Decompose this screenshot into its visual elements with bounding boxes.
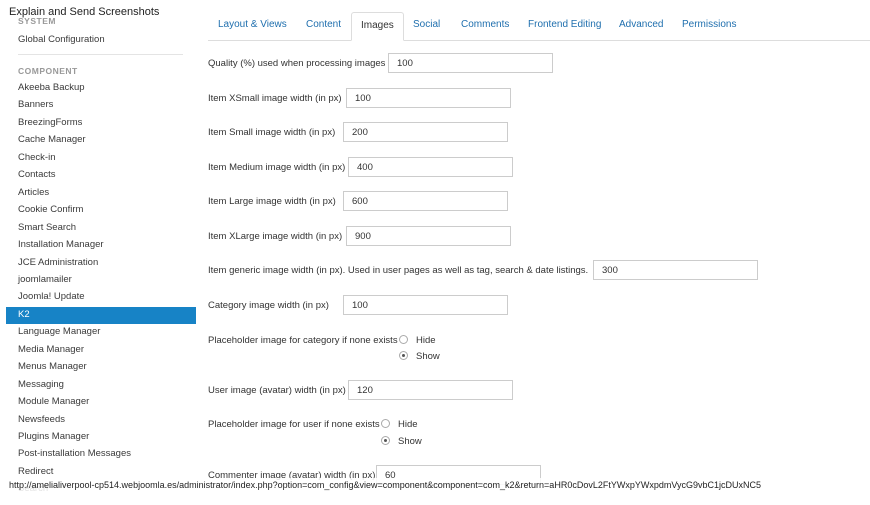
small-width-input[interactable]: [343, 122, 508, 142]
xsmall-width-input[interactable]: [346, 88, 511, 108]
sidebar-item-label: Akeeba Backup: [18, 82, 85, 93]
category-placeholder-hide-option[interactable]: Hide: [399, 334, 436, 346]
category-width-input[interactable]: [343, 295, 508, 315]
medium-width-label: Item Medium image width (in px): [208, 162, 346, 173]
sidebar-item-label: joomlamailer: [18, 273, 72, 285]
sidebar-item-articles[interactable]: Articles: [6, 185, 196, 202]
quality-input[interactable]: [388, 53, 553, 73]
sidebar-item-label: K2: [18, 308, 30, 320]
tab-content[interactable]: Content: [306, 12, 341, 38]
tab-images[interactable]: Images: [351, 12, 404, 41]
sidebar-item-label: Articles: [18, 186, 50, 198]
status-url-bar: http://amelialiverpool-cp514.webjoomla.e…: [0, 478, 870, 492]
user-avatar-width-input[interactable]: [348, 380, 513, 400]
tab-permissions[interactable]: Permissions: [682, 12, 736, 38]
sidebar-item-label: Messaging: [18, 378, 64, 390]
sidebar-item-akeeba-backup[interactable]: Akeeba Backup: [6, 80, 196, 97]
category-width-label: Category image width (in px): [208, 300, 329, 311]
sidebar-item-k2[interactable]: K2: [6, 306, 196, 324]
generic-width-input[interactable]: [593, 260, 758, 280]
sidebar-item-messaging[interactable]: Messaging: [6, 377, 196, 394]
user-placeholder-label: Placeholder image for user if none exist…: [208, 419, 380, 430]
sidebar-divider: [18, 54, 183, 55]
sidebar-item-breezingforms[interactable]: BreezingForms: [6, 115, 196, 132]
radio-show-icon[interactable]: [399, 350, 408, 360]
user-avatar-width-label: User image (avatar) width (in px): [208, 385, 346, 396]
sidebar-item-label: Installation Manager: [18, 239, 104, 251]
sidebar-item-label: Banners: [18, 99, 54, 111]
sidebar-item-label: Smart Search: [18, 221, 77, 233]
sidebar-item-jce-administration[interactable]: JCE Administration: [6, 255, 196, 272]
sidebar-item-label: Language Manager: [18, 326, 101, 338]
window-title: Explain and Send Screenshots: [9, 6, 160, 18]
sidebar-item-label: Menus Manager: [18, 361, 87, 373]
sidebar-item-installation-manager[interactable]: Installation Manager: [6, 237, 196, 254]
tab-layout-views[interactable]: Layout & Views: [218, 12, 287, 38]
user-placeholder-hide-label: Hide: [398, 419, 418, 430]
sidebar-item-label: BreezingForms: [18, 116, 83, 128]
sidebar-item-label: Newsfeeds: [18, 413, 65, 425]
sidebar-item-label: Joomla! Update: [18, 291, 85, 303]
tab-social[interactable]: Social: [413, 12, 440, 38]
user-placeholder-show-label: Show: [398, 436, 422, 447]
sidebar-item-media-manager[interactable]: Media Manager: [6, 342, 196, 359]
quality-label: Quality (%) used when processing images: [208, 58, 386, 69]
sidebar-item-post-installation-messages[interactable]: Post-installation Messages: [6, 446, 196, 463]
xlarge-width-input[interactable]: [346, 226, 511, 246]
sidebar-item-label: Plugins Manager: [18, 431, 90, 442]
sidebar-item-cookie-confirm[interactable]: Cookie Confirm: [6, 202, 196, 219]
sidebar-item-label: Redirect: [18, 465, 54, 477]
xlarge-width-label: Item XLarge image width (in px): [208, 231, 343, 242]
category-placeholder-show-label: Show: [416, 351, 440, 362]
sidebar-item-joomlamailer[interactable]: joomlamailer: [6, 272, 196, 289]
sidebar-item-newsfeeds[interactable]: Newsfeeds: [6, 412, 196, 429]
category-placeholder-show-option[interactable]: Show: [399, 350, 440, 362]
large-width-input[interactable]: [343, 191, 508, 211]
tab-frontend-editing[interactable]: Frontend Editing: [528, 12, 601, 38]
sidebar-item-contacts[interactable]: Contacts: [6, 167, 196, 184]
medium-width-input[interactable]: [348, 157, 513, 177]
sidebar-item-check-in[interactable]: Check-in: [6, 150, 196, 167]
radio-hide-icon[interactable]: [399, 334, 408, 344]
sidebar-item-language-manager[interactable]: Language Manager: [6, 324, 196, 341]
xsmall-width-label: Item XSmall image width (in px): [208, 93, 342, 104]
sidebar-item-label: Contacts: [18, 169, 56, 181]
large-width-label: Item Large image width (in px): [208, 196, 336, 207]
generic-width-label: Item generic image width (in px). Used i…: [208, 265, 589, 276]
sidebar-item-label: Check-in: [18, 151, 56, 163]
radio-show-icon[interactable]: [381, 435, 390, 445]
tab-comments[interactable]: Comments: [461, 12, 509, 38]
sidebar-item-plugins-manager[interactable]: Plugins Manager: [6, 429, 196, 446]
sidebar-item-label: Cache Manager: [18, 134, 86, 146]
sidebar-item-smart-search[interactable]: Smart Search: [6, 220, 196, 237]
sidebar-item-cache-manager[interactable]: Cache Manager: [6, 132, 196, 149]
radio-hide-icon[interactable]: [381, 418, 390, 428]
sidebar-item-label: Module Manager: [18, 396, 90, 408]
user-placeholder-hide-option[interactable]: Hide: [381, 418, 418, 430]
category-placeholder-hide-label: Hide: [416, 335, 436, 346]
sidebar-item-label: Post-installation Messages: [18, 448, 131, 460]
sidebar-item-module-manager[interactable]: Module Manager: [6, 394, 196, 411]
category-placeholder-label: Placeholder image for category if none e…: [208, 335, 398, 346]
sidebar-item-global-configuration[interactable]: Global Configuration: [18, 34, 105, 45]
sidebar-item-label: Cookie Confirm: [18, 204, 84, 216]
small-width-label: Item Small image width (in px): [208, 127, 336, 138]
sidebar: SYSTEM Global Configuration COMPONENT Ak…: [0, 0, 196, 505]
tab-bar: Layout & Views Content Images Social Com…: [208, 12, 870, 41]
tab-advanced[interactable]: Advanced: [619, 12, 663, 38]
sidebar-item-label: Media Manager: [18, 343, 85, 355]
component-heading: COMPONENT: [18, 66, 78, 76]
sidebar-item-banners[interactable]: Banners: [6, 97, 196, 114]
sidebar-item-label: JCE Administration: [18, 256, 99, 268]
sidebar-item-menus-manager[interactable]: Menus Manager: [6, 359, 196, 376]
sidebar-item-joomla-update[interactable]: Joomla! Update: [6, 289, 196, 306]
user-placeholder-show-option[interactable]: Show: [381, 435, 422, 447]
